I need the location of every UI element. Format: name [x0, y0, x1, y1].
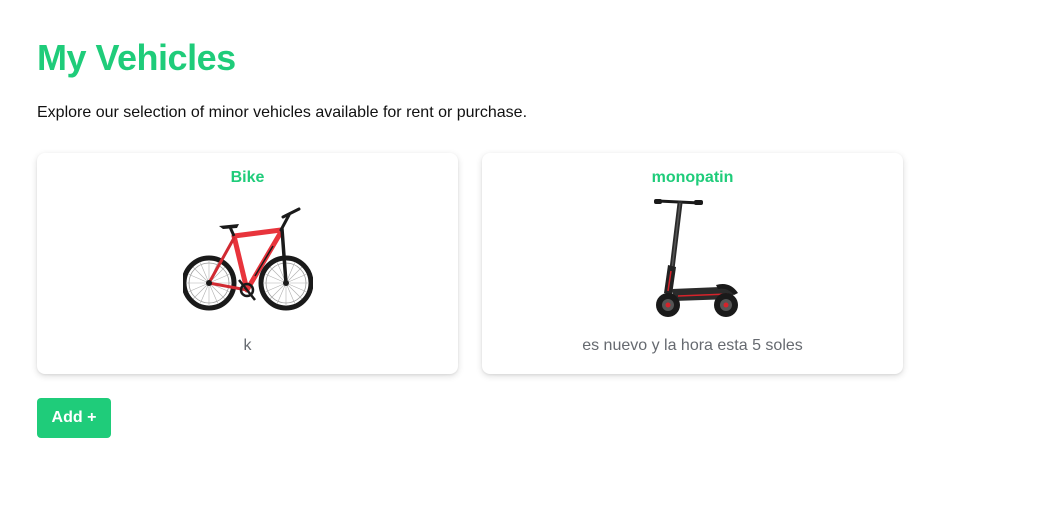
electric-scooter-image: [654, 199, 738, 317]
bicycle-image: [183, 207, 313, 311]
vehicles-page: My Vehicles Explore our selection of min…: [0, 0, 1051, 512]
page-title: My Vehicles: [37, 37, 236, 78]
page-subtitle: Explore our selection of minor vehicles …: [37, 104, 528, 121]
add-vehicle-button[interactable]: Add +: [37, 398, 111, 438]
vehicle-description: k: [243, 337, 252, 354]
vehicle-card: Bike k: [37, 153, 458, 374]
vehicle-description: es nuevo y la hora esta 5 soles: [582, 337, 803, 354]
vehicle-name: monopatin: [651, 169, 734, 186]
vehicle-name: Bike: [230, 169, 265, 186]
vehicle-card: monopatin es nuevo y la hora esta 5 sole…: [482, 153, 903, 374]
